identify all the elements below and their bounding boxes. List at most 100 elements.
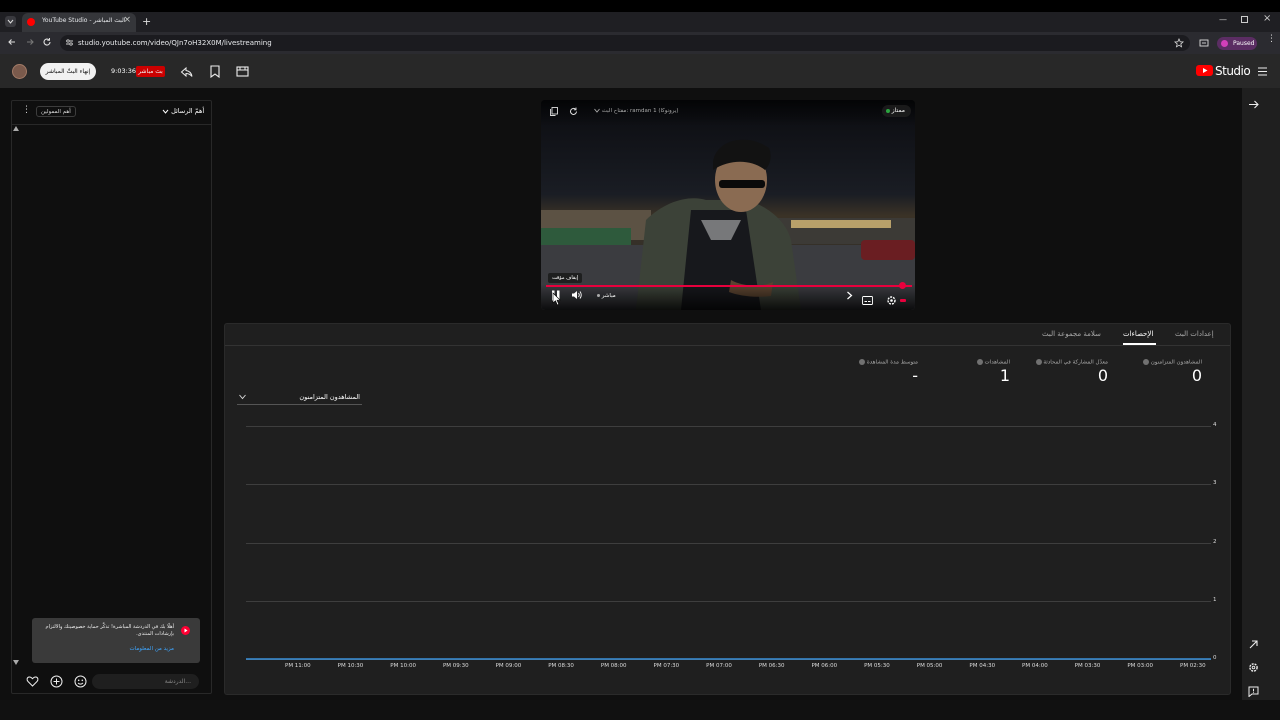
metric-value: 0 bbox=[1097, 365, 1108, 385]
emoji-icon[interactable] bbox=[74, 675, 87, 688]
chevron-right-icon[interactable] bbox=[846, 291, 853, 300]
right-side-panel bbox=[1242, 88, 1280, 700]
metric-label: متوسط مدة المشاهدة bbox=[866, 359, 918, 366]
notice-text: أهلًا بك في الدردشة المباشرة! تذكَّر حما… bbox=[45, 624, 175, 637]
chat-mode-dropdown[interactable]: أهمّ الرسائل bbox=[162, 107, 204, 115]
chevron-down-icon bbox=[594, 108, 600, 113]
progress-bar[interactable] bbox=[546, 285, 912, 287]
metric-value: 0 bbox=[1191, 365, 1202, 385]
tab-stream-health[interactable]: سلامة مجموعة البث bbox=[1042, 330, 1101, 338]
metric-value: - bbox=[912, 365, 918, 385]
top-black-bar bbox=[0, 0, 1280, 12]
youtube-logo-icon[interactable] bbox=[1196, 64, 1213, 77]
status-green-dot-icon bbox=[885, 108, 890, 113]
tab-analytics[interactable]: الإحصاءات bbox=[1123, 330, 1153, 338]
arrow-right-icon[interactable] bbox=[1248, 99, 1259, 110]
bookmark-star-icon[interactable] bbox=[1174, 38, 1184, 48]
tab-search-button[interactable] bbox=[5, 16, 16, 27]
live-chat-panel bbox=[11, 100, 212, 694]
maximize-button[interactable] bbox=[1241, 16, 1248, 23]
feedback-icon[interactable] bbox=[1248, 686, 1259, 697]
tab-title: YouTube Studio - البث المباشر bbox=[42, 17, 126, 24]
site-info-icon[interactable] bbox=[65, 38, 74, 47]
new-tab-button[interactable]: + bbox=[142, 15, 151, 28]
stats-tabs-divider bbox=[225, 345, 1230, 346]
mouse-cursor-icon bbox=[552, 292, 561, 306]
bottom-black-bar bbox=[0, 700, 1280, 720]
bookmark-icon[interactable] bbox=[209, 65, 221, 78]
help-icon[interactable] bbox=[859, 359, 866, 365]
scroll-down-arrow-icon[interactable] bbox=[13, 660, 19, 665]
volume-icon[interactable] bbox=[571, 290, 583, 300]
tab-media-icon[interactable] bbox=[1199, 38, 1209, 48]
metric-concurrent-viewers: المشاهدون المتزامنون 0 bbox=[1141, 359, 1202, 385]
stream-preview-player[interactable]: مفتاح البث: ramdan 1 (يرونوكا) ممتاز إيق… bbox=[541, 100, 915, 310]
minimize-button[interactable]: — bbox=[1219, 15, 1227, 24]
chat-input[interactable]: الدردشة... bbox=[92, 674, 199, 689]
metric-label: المشاهدات bbox=[984, 359, 1010, 366]
profile-status: Paused bbox=[1233, 40, 1255, 47]
stream-health-label: ممتاز bbox=[891, 107, 905, 114]
metric-views: المشاهدات 1 bbox=[975, 359, 1010, 385]
chat-welcome-notice: أهلًا بك في الدردشة المباشرة! تذكَّر حما… bbox=[32, 618, 200, 663]
stream-key-dropdown[interactable]: مفتاح البث: ramdan 1 (يرونوكا) bbox=[594, 108, 679, 114]
open-in-new-icon[interactable] bbox=[1248, 639, 1259, 650]
video-frame-image bbox=[541, 100, 915, 310]
close-tab-icon[interactable]: × bbox=[123, 15, 131, 25]
chevron-down-icon bbox=[162, 108, 169, 115]
browser-tabbar bbox=[0, 12, 1280, 32]
chart-metric-selector[interactable]: المشاهدون المتزامنون bbox=[237, 391, 362, 405]
top-sponsors-chip[interactable]: أهم الممولين bbox=[36, 106, 76, 117]
help-icon[interactable] bbox=[976, 359, 983, 365]
end-stream-button[interactable]: إنهاء البثّ المباشر bbox=[40, 63, 96, 80]
hamburger-menu-icon[interactable] bbox=[1257, 67, 1268, 76]
url-text: studio.youtube.com/video/QJn7oH32X0M/liv… bbox=[78, 39, 272, 47]
youtube-notice-icon bbox=[181, 626, 190, 635]
profile-paused-chip[interactable]: Paused bbox=[1217, 37, 1257, 50]
live-badge: بث مباشر bbox=[136, 66, 165, 77]
live-indicator[interactable]: مباشر bbox=[597, 293, 616, 299]
hd-badge-icon bbox=[900, 299, 906, 302]
heart-icon[interactable] bbox=[26, 675, 39, 688]
help-icon[interactable] bbox=[1142, 359, 1149, 365]
sponsors-label: أهم الممولين bbox=[41, 109, 71, 115]
copy-icon[interactable] bbox=[550, 107, 558, 116]
live-label: مباشر bbox=[601, 293, 616, 299]
active-tab-underline bbox=[1123, 343, 1156, 345]
stream-key-label: مفتاح البث: ramdan 1 (يرونوكا) bbox=[601, 108, 679, 114]
stream-health-chip[interactable]: ممتاز bbox=[881, 105, 911, 117]
forward-icon[interactable] bbox=[25, 37, 35, 47]
reload-icon[interactable] bbox=[42, 37, 52, 47]
profile-avatar bbox=[1221, 40, 1228, 47]
channel-avatar[interactable] bbox=[12, 64, 27, 79]
settings-gear-icon[interactable] bbox=[886, 295, 897, 306]
metric-value: 1 bbox=[999, 365, 1010, 385]
metric-label: المشاهدون المتزامنون bbox=[1150, 359, 1202, 366]
browser-tab[interactable]: YouTube Studio - البث المباشر × bbox=[22, 13, 136, 32]
pause-tooltip: إيقاف مؤقت bbox=[548, 273, 583, 283]
browser-menu-icon[interactable]: ⋮ bbox=[1267, 35, 1276, 44]
studio-wordmark: Studio bbox=[1215, 64, 1251, 78]
calendar-icon[interactable] bbox=[236, 65, 249, 78]
chat-more-options-icon[interactable]: ⋮ bbox=[22, 106, 31, 115]
metric-label: معدّل المشاركة في المحادثة bbox=[1043, 359, 1108, 366]
captions-icon[interactable] bbox=[862, 296, 873, 305]
metric-chat-rate: معدّل المشاركة في المحادثة 0 bbox=[1034, 359, 1108, 385]
chat-mode-label: أهمّ الرسائل bbox=[171, 107, 205, 115]
youtube-favicon-icon bbox=[27, 18, 35, 26]
tab-stream-settings[interactable]: إعدادات البث bbox=[1175, 330, 1214, 338]
help-icon[interactable] bbox=[1035, 359, 1042, 365]
add-circle-icon[interactable] bbox=[50, 675, 63, 688]
stream-timer: 9:03:36 bbox=[111, 67, 137, 75]
scroll-up-arrow-icon[interactable] bbox=[13, 126, 19, 131]
back-icon[interactable] bbox=[7, 37, 17, 47]
live-dot-icon bbox=[597, 294, 600, 297]
settings-icon[interactable] bbox=[1248, 662, 1259, 673]
close-window-button[interactable]: × bbox=[1263, 13, 1271, 24]
share-icon[interactable] bbox=[180, 65, 193, 78]
notice-learn-more-link[interactable]: مزيد من المعلومات bbox=[129, 646, 174, 652]
refresh-icon[interactable] bbox=[569, 107, 578, 116]
progress-scrubber[interactable] bbox=[899, 282, 906, 289]
metric-avg-watch-time: متوسط مدة المشاهدة - bbox=[857, 359, 918, 385]
chevron-down-icon bbox=[239, 394, 246, 400]
